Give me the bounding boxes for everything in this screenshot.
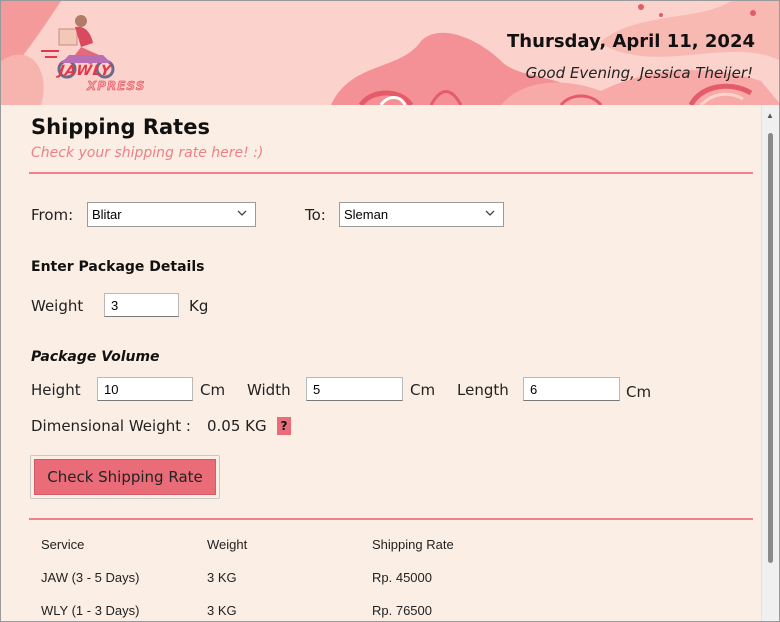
dimensional-weight-value: 0.05 KG bbox=[207, 417, 267, 435]
page-subtitle: Check your shipping rate here! :) bbox=[31, 145, 264, 161]
to-select-value: Sleman bbox=[344, 207, 389, 222]
height-unit: Cm bbox=[200, 381, 226, 399]
chevron-down-icon bbox=[485, 210, 495, 216]
row-weight: 3 KG bbox=[207, 603, 237, 618]
logo-wordmark: JAWLY bbox=[57, 63, 113, 79]
length-label: Length bbox=[457, 381, 509, 399]
row-service: JAW (3 - 5 Days) bbox=[41, 570, 140, 585]
logo-subtitle: XPRESS bbox=[87, 79, 146, 94]
from-label: From: bbox=[31, 206, 74, 224]
to-label: To: bbox=[305, 206, 326, 224]
scrollbar-thumb[interactable] bbox=[768, 133, 773, 563]
weight-unit: Kg bbox=[189, 297, 209, 315]
weight-input[interactable]: 3 bbox=[104, 293, 179, 317]
check-rate-button-frame: Check Shipping Rate bbox=[30, 455, 220, 499]
current-date: Thursday, April 11, 2024 bbox=[507, 31, 755, 52]
from-select[interactable]: Blitar bbox=[87, 202, 256, 227]
column-header-service: Service bbox=[41, 537, 85, 552]
width-unit: Cm bbox=[410, 381, 436, 399]
vertical-scrollbar[interactable]: ▲ bbox=[761, 105, 779, 621]
from-select-value: Blitar bbox=[92, 207, 122, 222]
help-icon[interactable]: ? bbox=[277, 417, 291, 435]
check-shipping-rate-button[interactable]: Check Shipping Rate bbox=[34, 459, 216, 495]
width-label: Width bbox=[247, 381, 291, 399]
to-select[interactable]: Sleman bbox=[339, 202, 504, 227]
width-input[interactable]: 5 bbox=[306, 377, 403, 401]
length-input[interactable]: 6 bbox=[523, 377, 620, 401]
row-rate: Rp. 76500 bbox=[372, 603, 432, 618]
row-weight: 3 KG bbox=[207, 570, 237, 585]
row-rate: Rp. 45000 bbox=[372, 570, 432, 585]
dimensional-weight-label: Dimensional Weight : bbox=[31, 417, 191, 435]
header-banner: JAWLY XPRESS Thursday, April 11, 2024 Go… bbox=[1, 1, 779, 105]
column-header-rate: Shipping Rate bbox=[372, 537, 454, 552]
length-unit: Cm bbox=[626, 383, 652, 401]
package-volume-heading: Package Volume bbox=[31, 349, 160, 365]
height-label: Height bbox=[31, 381, 81, 399]
results-divider bbox=[29, 518, 753, 520]
page-title: Shipping Rates bbox=[31, 115, 210, 139]
greeting-text: Good Evening, Jessica Theijer! bbox=[525, 64, 753, 82]
shipping-rates-panel: Shipping Rates Check your shipping rate … bbox=[1, 105, 763, 621]
app-window: JAWLY XPRESS Thursday, April 11, 2024 Go… bbox=[0, 0, 780, 622]
height-input[interactable]: 10 bbox=[97, 377, 193, 401]
title-divider bbox=[29, 172, 753, 174]
column-header-weight: Weight bbox=[207, 537, 248, 552]
package-details-heading: Enter Package Details bbox=[31, 259, 205, 275]
chevron-down-icon bbox=[237, 210, 247, 216]
row-service: WLY (1 - 3 Days) bbox=[41, 603, 140, 618]
scroll-up-icon[interactable]: ▲ bbox=[766, 111, 774, 120]
weight-label: Weight bbox=[31, 297, 84, 315]
